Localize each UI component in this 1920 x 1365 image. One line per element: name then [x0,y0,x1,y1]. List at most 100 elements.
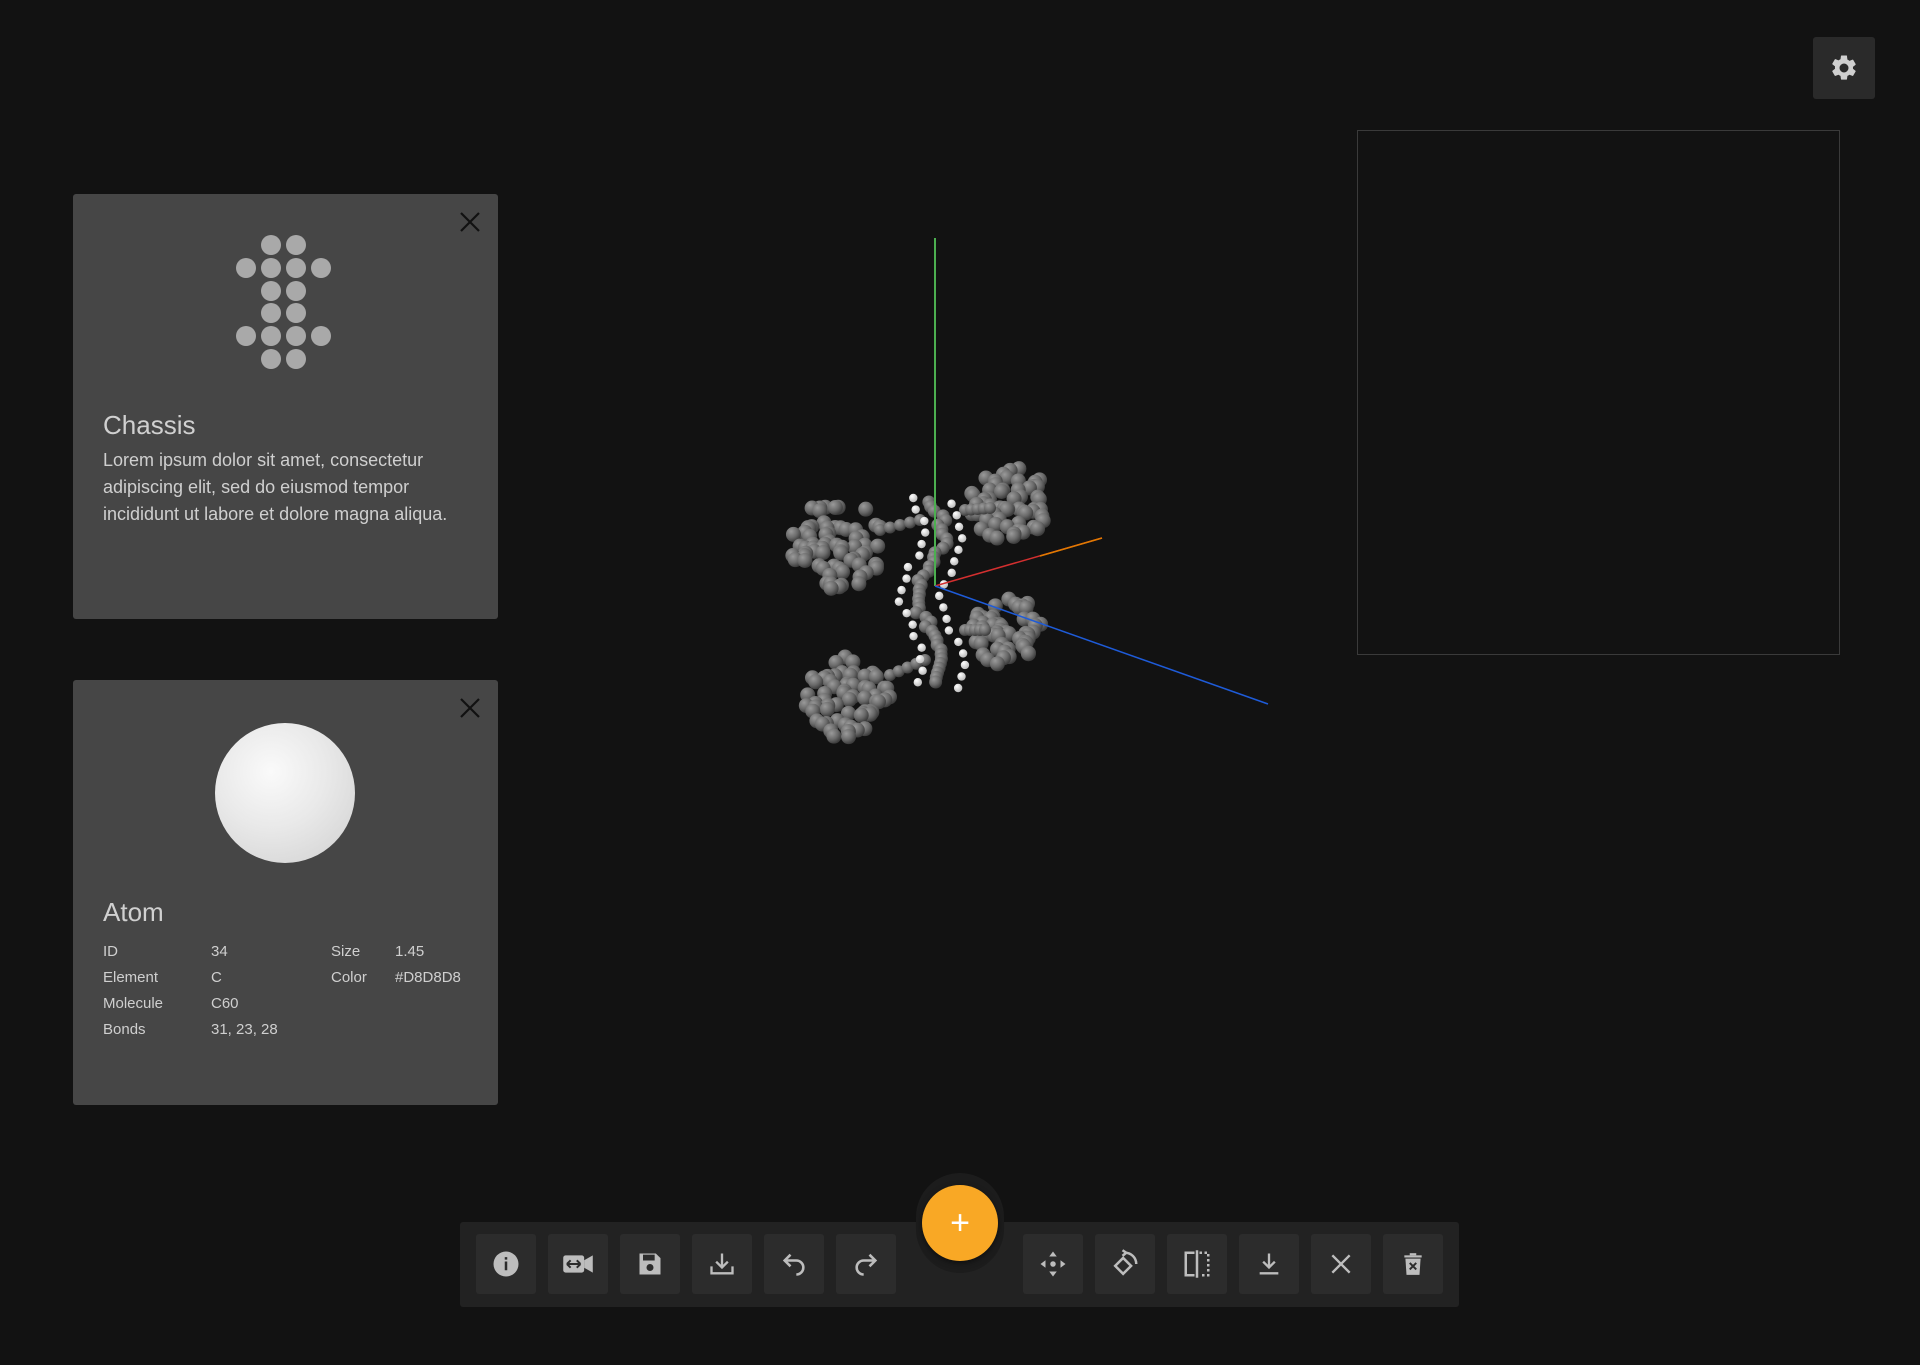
atom-sphere[interactable] [897,585,906,595]
mirror-button[interactable] [1167,1234,1227,1294]
chassis-title: Chassis [103,410,196,440]
delete-icon [1404,1253,1422,1275]
atom-sphere[interactable] [908,620,917,629]
atom-sphere[interactable] [957,672,966,681]
atom-sphere[interactable] [957,534,967,543]
molecule-model[interactable] [785,461,1051,745]
atom-sphere[interactable] [913,678,923,687]
bonds-label: Bonds [103,1020,146,1038]
atom-sphere[interactable] [960,660,970,670]
atom-sphere[interactable] [958,649,968,658]
atom-sphere[interactable] [915,655,925,664]
atom-sphere[interactable] [841,729,857,745]
atom-close-button[interactable] [456,694,484,722]
molecule-value: C60 [211,994,239,1012]
atom-sphere[interactable] [874,524,886,536]
atom-sphere[interactable] [954,545,963,555]
atom-sphere[interactable] [954,522,964,531]
atom-sphere[interactable] [909,493,918,503]
close-icon [460,698,480,718]
atom-sphere[interactable] [947,499,956,508]
atom-sphere[interactable] [835,564,851,580]
atom-sphere[interactable] [909,631,918,641]
atom-sphere[interactable] [902,608,911,618]
atom-sphere[interactable] [989,530,1005,546]
atom-sphere[interactable] [815,545,831,561]
camera-swap-icon [563,1255,593,1273]
atom-sphere[interactable] [979,624,991,636]
3d-viewport[interactable] [760,220,1300,780]
element-value: C [211,968,222,986]
atom-sphere[interactable] [853,707,869,723]
size-label: Size [331,942,361,960]
atom-title: Atom [103,897,164,927]
atom-sphere[interactable] [826,728,842,744]
atom-sphere[interactable] [1020,646,1036,662]
bonds-value: 31, 23, 28 [211,1020,278,1038]
info-icon [493,1251,519,1277]
camera-swap-button[interactable] [548,1234,608,1294]
atom-sphere[interactable] [841,692,857,708]
atom-sphere[interactable] [989,656,1005,672]
redo-button[interactable] [836,1234,896,1294]
atom-sphere[interactable] [921,528,930,537]
atom-sphere[interactable] [894,597,904,606]
atom-sphere[interactable] [935,591,944,601]
atom-sphere[interactable] [858,501,874,517]
atom-sphere[interactable] [942,614,951,624]
atom-sphere[interactable] [939,603,948,612]
atom-sphere[interactable] [947,568,956,578]
close-icon [460,212,480,232]
atom-sphere[interactable] [917,539,926,549]
atom-sphere[interactable] [929,675,943,689]
atom-sphere[interactable] [797,552,813,568]
drop-button[interactable] [1239,1234,1299,1294]
atom-sphere[interactable] [911,505,920,514]
mirror-icon [1184,1250,1210,1278]
atom-sphere[interactable] [902,574,911,583]
info-button[interactable] [476,1234,536,1294]
settings-button[interactable] [1813,37,1875,99]
close-button[interactable] [1311,1234,1371,1294]
add-button[interactable]: + [922,1185,998,1261]
chassis-description: Lorem ipsum dolor sit amet, consectetur … [103,450,448,524]
move-button[interactable] [1023,1234,1083,1294]
molecule-label: Molecule [103,994,164,1012]
atom-sphere[interactable] [984,502,996,514]
atom-sphere[interactable] [1006,528,1022,544]
atom-sphere[interactable] [953,683,963,693]
atom-sphere[interactable] [851,576,867,592]
atom-sphere[interactable] [1030,521,1046,537]
atom-sphere[interactable] [827,500,843,516]
rotate-button[interactable] [1095,1234,1155,1294]
id-value: 34 [211,942,228,960]
atom-sphere[interactable] [954,637,963,647]
atom-sphere[interactable] [894,519,906,531]
atom-sphere-preview [215,723,355,863]
redo-icon [855,1253,878,1276]
atom-sphere[interactable] [944,626,954,635]
id-label: ID [103,942,118,960]
x-axis-far [1039,537,1103,557]
save-button[interactable] [620,1234,680,1294]
rotate-icon [1113,1249,1138,1276]
download-icon [710,1253,734,1275]
atom-sphere[interactable] [915,551,924,560]
atom-sphere[interactable] [884,521,896,534]
atom-sphere[interactable] [920,516,929,526]
atom-sphere[interactable] [903,562,913,572]
atom-sphere[interactable] [904,516,916,529]
download-button[interactable] [692,1234,752,1294]
atom-sphere[interactable] [819,701,835,717]
atom-sphere[interactable] [823,580,839,596]
atom-sphere[interactable] [918,666,927,675]
atom-sphere[interactable] [950,557,959,566]
chassis-close-button[interactable] [456,208,484,236]
atom-sphere[interactable] [952,511,961,520]
preview-panel[interactable] [1357,130,1840,655]
element-label: Element [103,968,159,986]
atom-sphere[interactable] [917,643,926,652]
delete-button[interactable] [1383,1234,1443,1294]
undo-button[interactable] [764,1234,824,1294]
chassis-card: Chassis Lorem ipsum dolor sit amet, cons… [73,194,498,619]
